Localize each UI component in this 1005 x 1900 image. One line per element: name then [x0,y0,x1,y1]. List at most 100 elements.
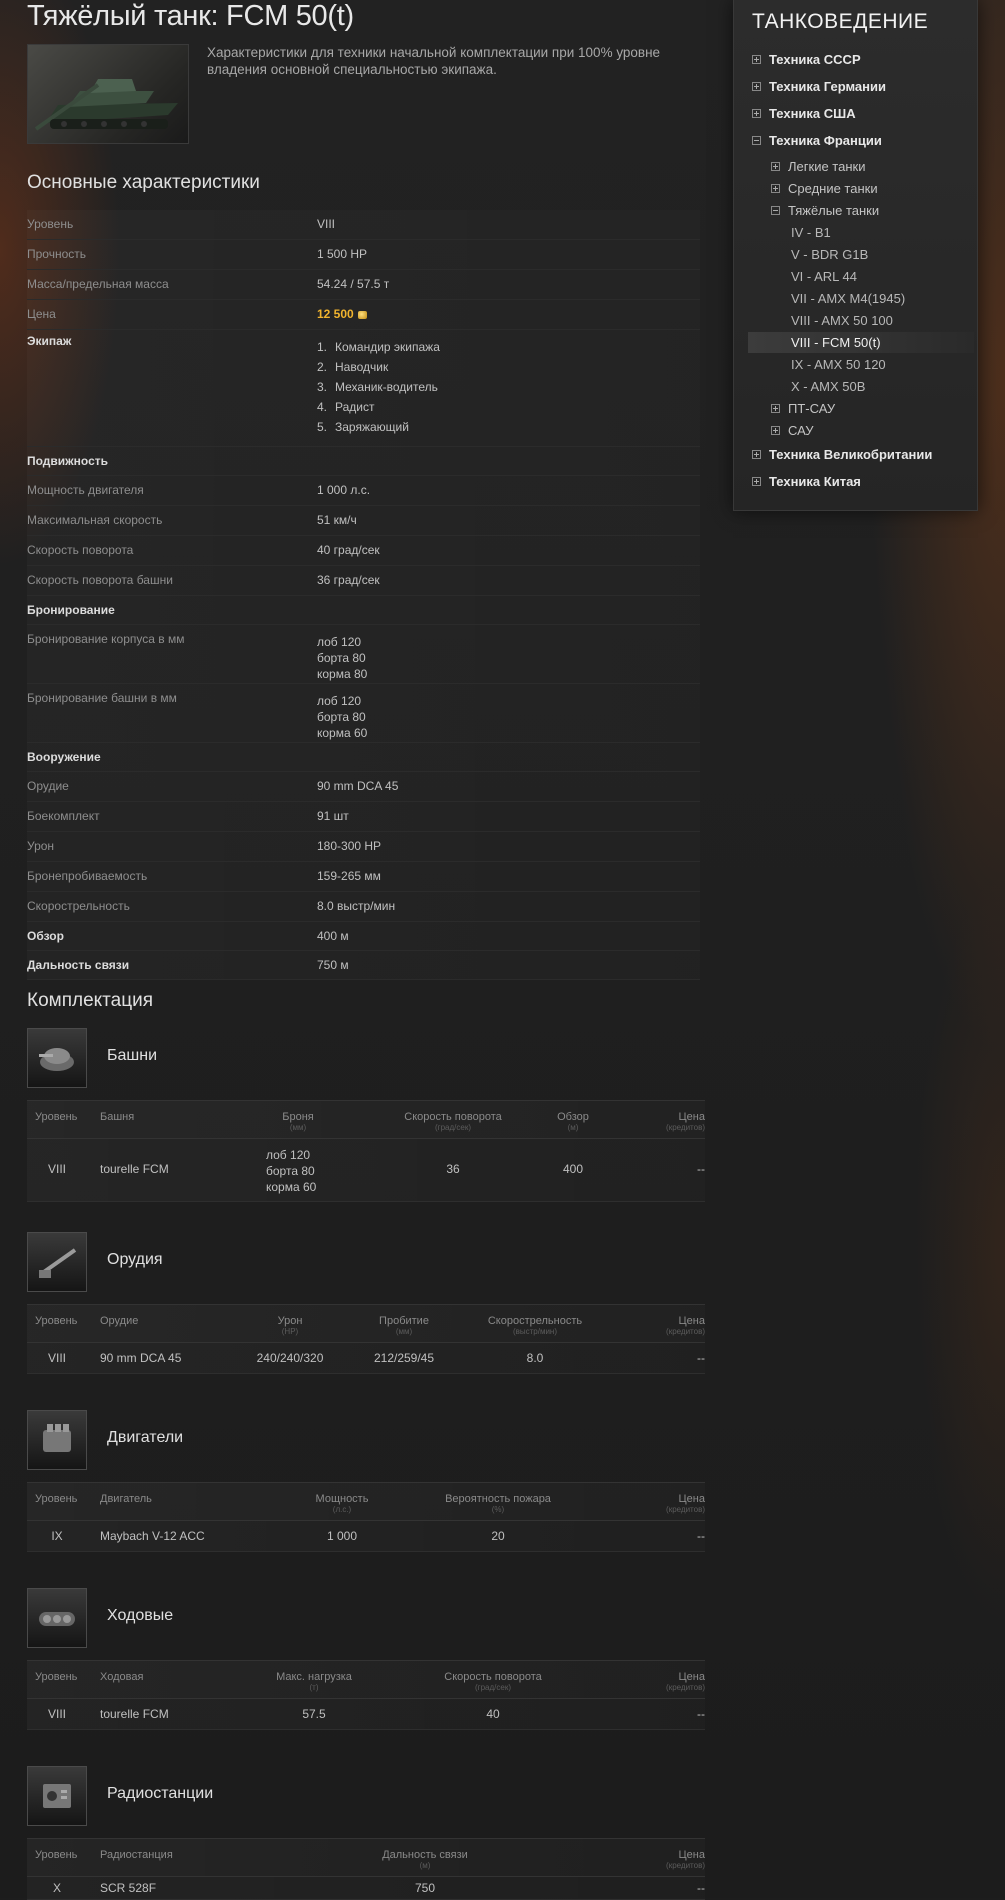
sidebar-item-china[interactable]: Техника Китая [752,474,861,489]
cell-price: -- [697,1162,705,1176]
sidebar-item-amx-50-120[interactable]: IX - AMX 50 120 [791,357,886,372]
module-title: Орудия [107,1251,163,1268]
column-header: Скорость поворота (град/сек) [404,1111,502,1132]
plus-icon[interactable] [752,450,761,460]
plus-icon[interactable] [771,404,780,414]
plus-icon[interactable] [771,162,780,172]
spec-row-turret-traverse: Скорость поворота башни 36 град/сек [27,566,700,596]
engines-table: Уровень Двигатель Мощность (л.с.) Вероятн… [27,1482,705,1552]
cell-traverse: 40 [486,1707,500,1721]
sidebar-item-uk[interactable]: Техника Великобритании [752,447,932,462]
specs-section-title: Основные характеристики [27,172,260,193]
cell-rof: 8.0 [526,1351,544,1365]
spec-value: 8.0 выстр/мин [317,899,396,913]
module-title: Радиостанции [107,1785,214,1802]
minus-icon[interactable] [771,206,780,216]
plus-icon[interactable] [771,426,780,436]
spec-label: Мощность двигателя [27,483,144,497]
sidebar-item-fcm-50t[interactable]: VIII - FCM 50(t) [748,332,974,353]
tracks-icon [27,1588,87,1648]
hull-armor-values: лоб 120 борта 80 корма 80 [317,635,368,681]
spec-value: 40 град/сек [317,543,380,557]
spec-row-crew: Экипаж 1. Командир экипажа 2. Наводчик 3. М… [27,330,700,447]
spec-label: Бронирование башни в мм [27,691,177,705]
plus-icon[interactable] [752,477,761,487]
table-row: VIII tourelle FCM лоб 120 борта 80 корма 6… [27,1139,705,1202]
sidebar-item-spg[interactable]: САУ [771,423,813,438]
column-header: Башня [100,1111,135,1123]
cell-price: -- [697,1351,705,1365]
column-header: Вероятность пожара (%) [445,1493,551,1514]
spec-group-armor: Бронирование [27,596,700,625]
turret-armor-values: лоб 120 борта 80 корма 60 [317,694,368,740]
cell-name: tourelle FCM [100,1707,169,1721]
column-header: Двигатель [100,1493,152,1505]
spec-label: Скорострельность [27,899,130,913]
sidebar-item-bdr-g1b[interactable]: V - BDR G1B [791,247,868,262]
sidebar-title: ТАНКОВЕДЕНИЕ [752,10,929,33]
column-header: Ходовая [100,1671,144,1683]
spec-row-ammo: Боекомплект 91 шт [27,802,700,832]
price-value: 12 500 [317,307,354,321]
spec-value: 159-265 мм [317,869,381,883]
sidebar-item-b1[interactable]: IV - B1 [791,225,831,240]
column-header: Скорость поворота (град/сек) [444,1671,542,1692]
plus-icon[interactable] [771,184,780,194]
radio-icon [27,1766,87,1826]
spec-group-label: Вооружение [27,750,101,764]
cell-price: -- [697,1707,705,1721]
cell-power: 1 000 [326,1529,358,1543]
crew-item: 1. Командир экипажа [317,340,440,354]
sidebar-item-amx-m4[interactable]: VII - AMX M4(1945) [791,291,905,306]
turret-icon [27,1028,87,1088]
equipment-section-title: Комплектация [27,990,154,1011]
sidebar-item-germany[interactable]: Техника Германии [752,79,886,94]
column-header: Дальность связи (м) [382,1849,468,1870]
table-header: Уровень Башня Броня (мм) Скорость поворот… [27,1100,705,1139]
spec-value: 1 000 л.с. [317,483,371,497]
spec-row-price: Цена 12 500 [27,300,700,330]
spec-group-label: Подвижность [27,454,109,468]
cell-name: tourelle FCM [100,1162,169,1176]
cell-level: VIII [47,1351,67,1365]
spec-row-gun: Орудие 90 mm DCA 45 [27,772,700,802]
column-header: Цена (кредитов) [666,1849,705,1870]
spec-value: 400 м [317,929,349,943]
spec-value: 180-300 HP [317,839,382,853]
sidebar-item-usa[interactable]: Техника США [752,106,856,121]
sidebar-item-light-tanks[interactable]: Легкие танки [771,159,865,174]
cell-level: IX [51,1529,63,1543]
sidebar-item-medium-tanks[interactable]: Средние танки [771,181,878,196]
spec-value: 90 mm DCA 45 [317,779,399,793]
table-header: Уровень Орудие Урон (HP) Пробитие (мм) Ско… [27,1304,705,1343]
table-row: VIII tourelle FCM 57.5 40 -- [27,1699,705,1730]
spec-label: Обзор [27,929,64,943]
spec-label: Максимальная скорость [27,513,163,527]
minus-icon[interactable] [752,136,761,146]
cell-level: VIII [47,1162,67,1176]
sidebar-item-arl-44[interactable]: VI - ARL 44 [791,269,857,284]
sidebar-item-france[interactable]: Техника Франции [752,133,882,148]
radios-module: Радиостанции Уровень Радиостанция Дально… [27,1766,705,1900]
turrets-table: Уровень Башня Броня (мм) Скорость поворот… [27,1100,705,1202]
cell-level: X [52,1881,62,1895]
column-header: Урон (HP) [277,1315,303,1336]
plus-icon[interactable] [752,109,761,119]
plus-icon[interactable] [752,82,761,92]
column-header: Мощность (л.с.) [315,1493,369,1514]
spec-value: VIII [317,217,336,231]
column-header: Уровень [35,1315,78,1327]
column-header: Цена (кредитов) [666,1671,705,1692]
spec-row-traverse: Скорость поворота 40 град/сек [27,536,700,566]
spec-group-label: Бронирование [27,603,115,617]
sidebar-item-ussr[interactable]: Техника СССР [752,52,861,67]
spec-value: 91 шт [317,809,349,823]
plus-icon[interactable] [752,55,761,65]
sidebar-item-amx-50-100[interactable]: VIII - AMX 50 100 [791,313,893,328]
spec-label: Цена [27,307,56,321]
spec-row-penetration: Бронепробиваемость 159-265 мм [27,862,700,892]
sidebar-item-amx-50b[interactable]: X - AMX 50B [791,379,865,394]
crew-item: 3. Механик-водитель [317,380,438,394]
sidebar-item-td[interactable]: ПТ-САУ [771,401,835,416]
sidebar-item-heavy-tanks[interactable]: Тяжёлые танки [771,203,879,218]
